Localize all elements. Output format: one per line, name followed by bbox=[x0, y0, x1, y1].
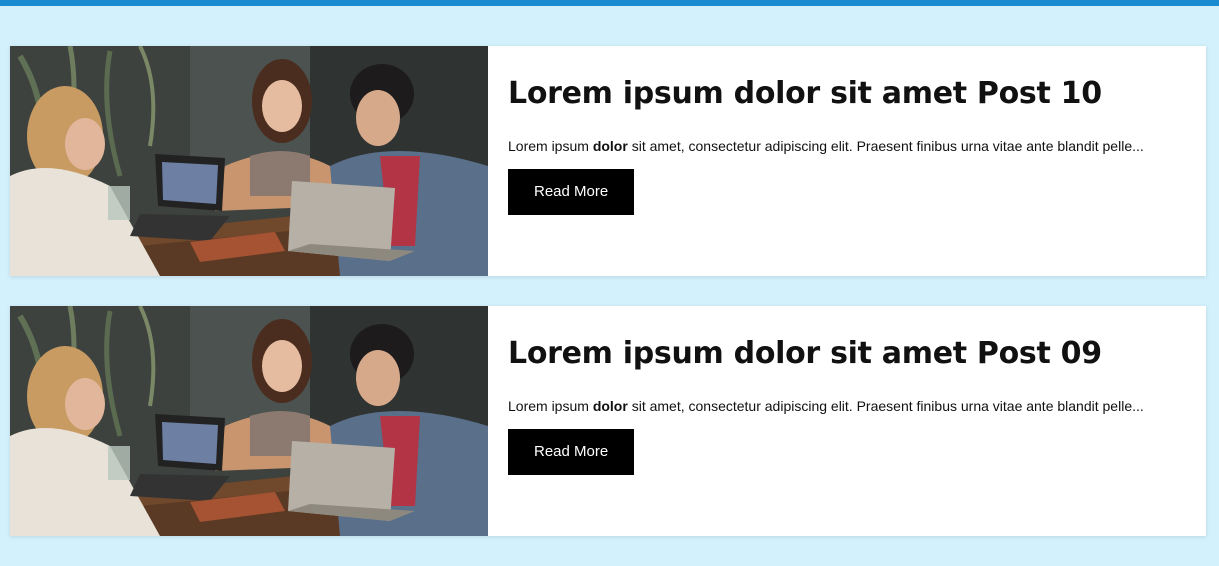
read-more-button[interactable]: Read More bbox=[508, 169, 635, 215]
post-card: Lorem ipsum dolor sit amet Post 09 Lorem… bbox=[10, 306, 1206, 536]
post-body: Lorem ipsum dolor sit amet Post 09 Lorem… bbox=[488, 306, 1206, 536]
excerpt-bold-text: dolor bbox=[592, 138, 628, 154]
excerpt-text: sit amet, consectetur adipiscing elit. P… bbox=[627, 398, 1144, 414]
read-more-button[interactable]: Read More bbox=[508, 429, 635, 475]
excerpt-text: Lorem ipsum bbox=[508, 398, 593, 414]
post-card: Lorem ipsum dolor sit amet Post 10 Lorem… bbox=[10, 46, 1206, 276]
post-excerpt: Lorem ipsum dolor sit amet, consectetur … bbox=[508, 137, 1188, 155]
post-feed: Lorem ipsum dolor sit amet Post 10 Lorem… bbox=[10, 46, 1206, 566]
post-body: Lorem ipsum dolor sit amet Post 10 Lorem… bbox=[488, 46, 1206, 276]
post-thumbnail[interactable] bbox=[10, 46, 488, 276]
excerpt-bold-text: dolor bbox=[592, 398, 628, 414]
post-title[interactable]: Lorem ipsum dolor sit amet Post 10 bbox=[508, 73, 1186, 115]
excerpt-text: Lorem ipsum bbox=[508, 138, 593, 154]
post-title[interactable]: Lorem ipsum dolor sit amet Post 09 bbox=[508, 333, 1186, 375]
post-thumbnail[interactable] bbox=[10, 306, 488, 536]
top-accent-bar bbox=[0, 0, 1219, 6]
excerpt-text: sit amet, consectetur adipiscing elit. P… bbox=[627, 138, 1144, 154]
post-excerpt: Lorem ipsum dolor sit amet, consectetur … bbox=[508, 397, 1188, 415]
